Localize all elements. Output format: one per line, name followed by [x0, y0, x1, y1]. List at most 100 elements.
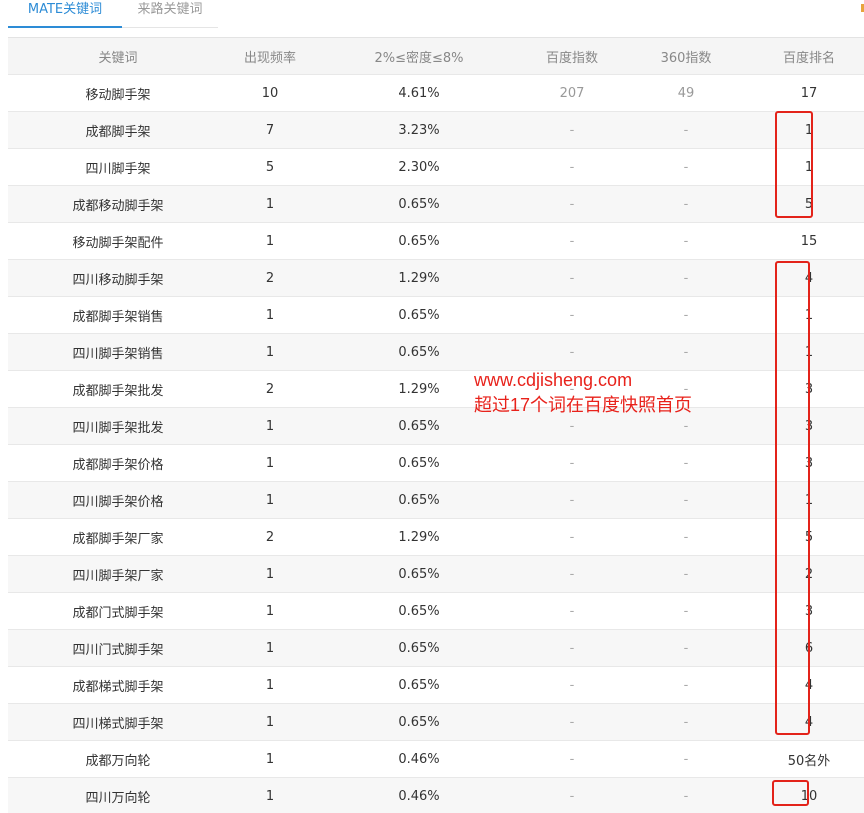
cell-baidu-index: -	[569, 196, 575, 212]
cell-baidu-index: -	[569, 159, 575, 175]
cell-360-index: -	[683, 492, 689, 508]
cell-baidu-rank: 4	[804, 714, 814, 730]
keyword-table: 关键词 出现频率 2%≤密度≤8% 百度指数 360指数 百度排名 移动脚手架 1…	[8, 37, 864, 813]
tab-mate-keywords[interactable]: MATE关键词	[8, 0, 122, 28]
cell-baidu-index: -	[569, 418, 575, 434]
table-body: 移动脚手架 10 4.61% 207 49 17 成都脚手架 7 3.23% - - 1 四川脚手架 5 2…	[8, 75, 864, 813]
cell-keyword: 成都万向轮	[85, 753, 151, 769]
cell-360-index: -	[683, 418, 689, 434]
cell-density: 1.29%	[398, 270, 440, 286]
tab-source-keywords[interactable]: 来路关键词	[122, 0, 218, 28]
table-row: 成都万向轮 1 0.46% - - 50名外	[8, 741, 864, 778]
header-baidu-index: 百度指数	[545, 50, 598, 66]
cell-density: 1.29%	[398, 529, 440, 545]
cell-baidu-index: -	[569, 270, 575, 286]
cell-frequency: 1	[265, 714, 275, 730]
cell-density: 0.65%	[398, 455, 440, 471]
cell-keyword: 四川梯式脚手架	[72, 716, 164, 732]
cell-frequency: 10	[261, 85, 279, 101]
cell-baidu-rank: 1	[804, 492, 814, 508]
table-row: 四川脚手架价格 1 0.65% - - 1	[8, 482, 864, 519]
cell-keyword: 四川脚手架	[85, 161, 151, 177]
cell-baidu-rank: 1	[804, 344, 814, 360]
cell-frequency: 1	[265, 233, 275, 249]
cell-keyword: 成都脚手架批发	[72, 383, 164, 399]
cell-density: 0.65%	[398, 640, 440, 656]
cell-baidu-index: 207	[559, 85, 585, 101]
cell-baidu-rank: 3	[804, 418, 814, 434]
cell-baidu-index: -	[569, 640, 575, 656]
cell-frequency: 1	[265, 566, 275, 582]
cell-keyword: 成都脚手架价格	[72, 457, 164, 473]
cell-density: 0.65%	[398, 603, 440, 619]
table-row: 四川脚手架 5 2.30% - - 1	[8, 149, 864, 186]
cell-frequency: 1	[265, 640, 275, 656]
annotation-text: www.cdjisheng.com 超过17个词在百度快照首页	[474, 368, 692, 418]
cell-frequency: 2	[265, 529, 275, 545]
header-density: 2%≤密度≤8%	[374, 50, 464, 66]
cell-frequency: 1	[265, 492, 275, 508]
cell-360-index: -	[683, 159, 689, 175]
cell-baidu-rank: 17	[800, 85, 818, 101]
table-row: 成都门式脚手架 1 0.65% - - 3	[8, 593, 864, 630]
cell-density: 0.65%	[398, 196, 440, 212]
cell-keyword: 四川脚手架价格	[72, 494, 164, 510]
cell-keyword: 成都脚手架厂家	[72, 531, 164, 547]
cell-frequency: 1	[265, 751, 275, 767]
cell-baidu-index: -	[569, 233, 575, 249]
cell-360-index: -	[683, 455, 689, 471]
cell-baidu-index: -	[569, 455, 575, 471]
cell-frequency: 1	[265, 677, 275, 693]
cell-baidu-index: -	[569, 344, 575, 360]
table-row: 成都梯式脚手架 1 0.65% - - 4	[8, 667, 864, 704]
table-row: 成都脚手架销售 1 0.65% - - 1	[8, 297, 864, 334]
cell-baidu-index: -	[569, 603, 575, 619]
header-baidu-rank: 百度排名	[782, 50, 835, 66]
cell-density: 0.65%	[398, 344, 440, 360]
cell-frequency: 1	[265, 344, 275, 360]
cell-frequency: 1	[265, 418, 275, 434]
cell-keyword: 成都移动脚手架	[72, 198, 164, 214]
table-row: 成都脚手架厂家 2 1.29% - - 5	[8, 519, 864, 556]
cell-baidu-index: -	[569, 492, 575, 508]
cell-baidu-index: -	[569, 122, 575, 138]
table-row: 成都脚手架价格 1 0.65% - - 3	[8, 445, 864, 482]
table-header-row: 关键词 出现频率 2%≤密度≤8% 百度指数 360指数 百度排名	[8, 38, 864, 75]
cell-baidu-rank: 4	[804, 270, 814, 286]
annotation-note: 超过17个词在百度快照首页	[474, 395, 693, 415]
cell-360-index: -	[683, 640, 689, 656]
cell-360-index: -	[683, 714, 689, 730]
cell-keyword: 四川脚手架厂家	[72, 568, 164, 584]
cell-keyword: 移动脚手架	[85, 87, 151, 103]
cell-density: 0.46%	[398, 751, 440, 767]
cell-keyword: 四川万向轮	[85, 790, 151, 806]
table-row: 四川移动脚手架 2 1.29% - - 4	[8, 260, 864, 297]
cell-baidu-rank: 50名外	[787, 753, 831, 769]
cell-keyword: 四川脚手架销售	[72, 346, 164, 362]
cell-360-index: -	[683, 307, 689, 323]
cell-baidu-rank: 15	[800, 233, 818, 249]
cell-frequency: 5	[265, 159, 275, 175]
annotation-url: www.cdjisheng.com	[474, 370, 633, 390]
cell-keyword: 成都脚手架	[85, 124, 151, 140]
cell-baidu-rank: 1	[804, 307, 814, 323]
cell-360-index: -	[683, 751, 689, 767]
table-row: 四川脚手架批发 1 0.65% - - 3	[8, 408, 864, 445]
cell-360-index: -	[683, 566, 689, 582]
cell-360-index: -	[683, 196, 689, 212]
table-row: 移动脚手架 10 4.61% 207 49 17	[8, 75, 864, 112]
cell-baidu-rank: 4	[804, 677, 814, 693]
cell-frequency: 2	[265, 270, 275, 286]
cell-frequency: 1	[265, 307, 275, 323]
cell-baidu-index: -	[569, 307, 575, 323]
cell-density: 0.46%	[398, 788, 440, 804]
cell-360-index: -	[683, 270, 689, 286]
cell-density: 2.30%	[398, 159, 440, 175]
cell-360-index: -	[683, 603, 689, 619]
cell-baidu-rank: 3	[804, 381, 814, 397]
cell-frequency: 1	[265, 603, 275, 619]
header-360-index: 360指数	[660, 50, 712, 66]
cell-baidu-rank: 3	[804, 455, 814, 471]
table-row: 成都脚手架批发 2 1.29% - -3	[8, 371, 864, 408]
cell-baidu-rank: 2	[804, 566, 814, 582]
